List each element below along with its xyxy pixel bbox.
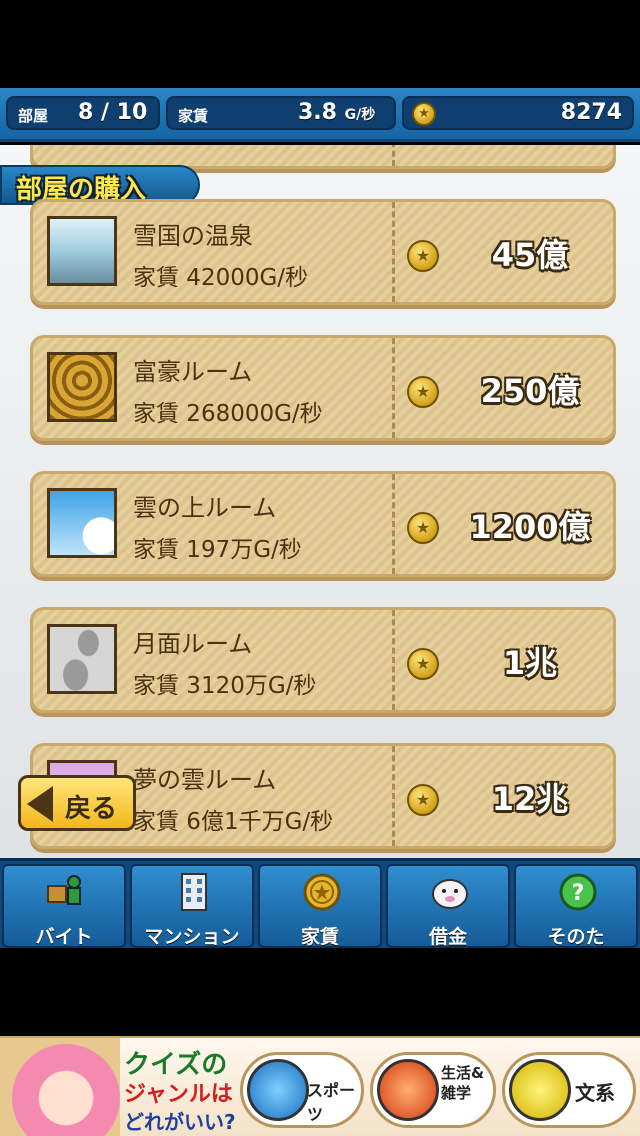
svg-text:?: ? <box>572 881 585 906</box>
rent-value: 3.8 <box>298 100 337 125</box>
coin-icon: ★ <box>412 102 436 126</box>
rent-unit: G/秒 <box>344 107 376 123</box>
ad-text-line2: ジャンルは <box>124 1082 233 1107</box>
coin-icon: ★ <box>407 376 439 408</box>
room-name: 雲の上ルーム <box>133 494 277 522</box>
tab-label: マンション <box>144 926 240 948</box>
rooms-value: 8 / 10 <box>78 100 148 125</box>
room-name: 富豪ルーム <box>133 358 253 386</box>
room-price: 45億 <box>491 236 569 274</box>
room-card[interactable]: 雲の上ルーム 家賃 197万G/秒 ★ 1200億 <box>30 471 616 577</box>
room-rent: 家賃 197万G/秒 <box>133 537 302 563</box>
ad-banner[interactable]: クイズの ジャンルは どれがいい? スポーツ 生活&雑学 文系 <box>0 1036 640 1136</box>
ad-option-label: スポーツ <box>307 1081 356 1124</box>
tab-part-time[interactable]: バイト <box>2 864 126 948</box>
money-value: 8274 <box>560 100 622 125</box>
tab-label: 借金 <box>428 926 467 948</box>
sports-orb-icon <box>247 1059 309 1121</box>
rent-label: 家賃 <box>178 107 209 125</box>
hot-spring-thumbnail <box>47 216 117 286</box>
ad-option-sports[interactable]: スポーツ <box>240 1052 364 1128</box>
question-icon: ? <box>559 873 597 911</box>
coin-icon: ★ <box>407 240 439 272</box>
rooms-label: 部屋 <box>18 107 49 125</box>
room-price: 12兆 <box>491 780 569 818</box>
top-black-area <box>0 0 640 88</box>
room-name: 夢の雲ルーム <box>133 766 277 794</box>
back-label: 戻る <box>65 794 118 824</box>
bottom-nav: バイト マンション 家賃 借金 ? そのた <box>0 858 640 948</box>
moon-room-thumbnail <box>47 624 117 694</box>
room-rent: 家賃 6億1千万G/秒 <box>133 809 334 835</box>
worker-icon <box>47 875 81 905</box>
back-button[interactable]: 戻る <box>18 775 136 831</box>
arrow-left-icon <box>27 786 53 822</box>
tab-rent[interactable]: 家賃 <box>258 864 382 948</box>
rooms-stat: 部屋 8 / 10 <box>6 96 160 130</box>
coin-icon: ★ <box>407 648 439 680</box>
room-price: 250億 <box>480 372 580 410</box>
coin-icon: ★ <box>407 512 439 544</box>
room-shop-list[interactable]: 部屋の購入 雪国の温泉 家賃 42000G/秒 ★ 45億 富豪ルーム 家賃 2… <box>0 145 640 858</box>
room-name: 月面ルーム <box>133 630 253 658</box>
tab-label: バイト <box>35 926 93 948</box>
room-card[interactable]: 雪国の温泉 家賃 42000G/秒 ★ 45億 <box>30 199 616 305</box>
ad-option-label: 文系 <box>575 1081 615 1105</box>
room-rent: 家賃 3120万G/秒 <box>133 673 317 699</box>
humanities-orb-icon <box>509 1059 571 1121</box>
rich-room-thumbnail <box>47 352 117 422</box>
tab-mansion[interactable]: マンション <box>130 864 254 948</box>
life-orb-icon <box>377 1059 439 1121</box>
black-spacer <box>0 948 640 1036</box>
tab-debt[interactable]: 借金 <box>386 864 510 948</box>
ad-character-image <box>0 1038 120 1136</box>
room-price: 1200億 <box>469 508 591 546</box>
room-card[interactable]: 月面ルーム 家賃 3120万G/秒 ★ 1兆 <box>30 607 616 713</box>
room-name: 雪国の温泉 <box>133 222 253 250</box>
money-stat: ★ 8274 <box>402 96 634 130</box>
ad-option-label: 生活&雑学 <box>441 1064 485 1102</box>
cloud-room-thumbnail <box>47 488 117 558</box>
room-rent: 家賃 42000G/秒 <box>133 265 309 291</box>
tab-other[interactable]: ? そのた <box>514 864 638 948</box>
coin-icon: ★ <box>407 784 439 816</box>
room-card[interactable]: 富豪ルーム 家賃 268000G/秒 ★ 250億 <box>30 335 616 441</box>
coin-icon <box>303 873 341 911</box>
building-icon <box>181 873 207 911</box>
status-bar: 部屋 8 / 10 家賃 3.8 G/秒 ★ 8274 <box>0 88 640 142</box>
room-price: 1兆 <box>502 644 558 682</box>
ad-text-line3: どれがいい? <box>124 1110 236 1134</box>
ad-option-humanities[interactable]: 文系 <box>502 1052 636 1128</box>
room-rent: 家賃 268000G/秒 <box>133 401 323 427</box>
ad-option-life[interactable]: 生活&雑学 <box>370 1052 496 1128</box>
rent-stat: 家賃 3.8 G/秒 <box>166 96 396 130</box>
tab-label: 家賃 <box>300 926 339 948</box>
ghost-icon <box>432 879 468 909</box>
tab-label: そのた <box>547 926 605 948</box>
